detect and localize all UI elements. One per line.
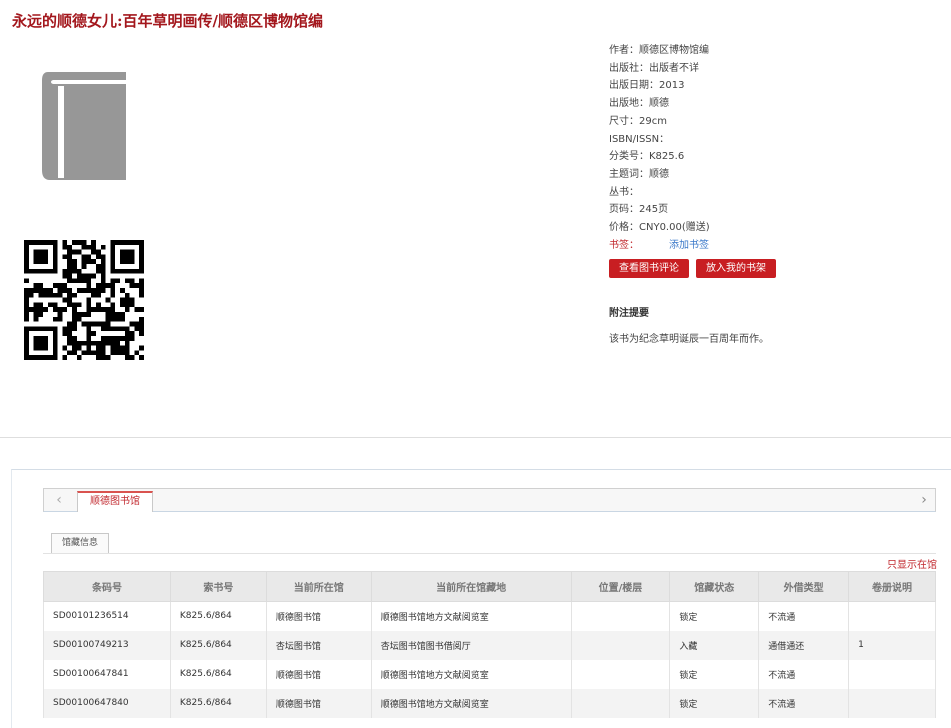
abstract-text: 该书为纪念草明诞辰一百周年而作。 — [609, 334, 769, 345]
cell-floor — [570, 659, 671, 689]
meta-series: 丛书： — [609, 186, 639, 198]
cell-loan-type: 不流通 — [758, 659, 850, 689]
col-library: 当前所在馆 — [265, 571, 372, 602]
cell-status: 入藏 — [669, 630, 760, 660]
qr-code — [24, 240, 144, 360]
show-available-only-link[interactable]: 只显示在馆 — [887, 556, 937, 571]
cell-call-number: K825.6/864 — [169, 630, 267, 660]
cell-status: 锁定 — [669, 688, 760, 718]
meta-author: 作者：顺德区博物馆编 — [609, 45, 709, 56]
cell-status: 锁定 — [669, 659, 760, 689]
cell-library: 顺德图书馆 — [265, 688, 372, 718]
meta-pages: 页码：245页 — [609, 204, 669, 216]
cell-library: 杏坛图书馆 — [265, 630, 372, 660]
cell-location: 顺德图书馆地方文献阅览室 — [370, 688, 572, 718]
cell-floor — [570, 601, 671, 631]
meta-class-number: 分类号：K825.6 — [609, 151, 685, 163]
cell-loan-type: 不流通 — [758, 688, 850, 718]
col-floor: 位置/楼层 — [570, 571, 671, 602]
cell-status: 锁定 — [669, 601, 760, 631]
meta-pub-place: 出版地：顺德 — [609, 98, 669, 110]
cell-loan-type: 不流通 — [758, 601, 850, 631]
subtab-divider — [43, 553, 936, 554]
cell-floor — [570, 688, 671, 718]
table-row: SD00100749213 K825.6/864 杏坛图书馆 杏坛图书馆图书借阅… — [43, 630, 936, 660]
cell-volume-note: 1 — [848, 630, 936, 660]
cell-library: 顺德图书馆 — [265, 601, 372, 631]
cell-barcode: SD00100647840 — [43, 688, 171, 718]
cell-barcode: SD00100749213 — [43, 630, 171, 660]
tab-holdings-info[interactable]: 馆藏信息 — [51, 533, 110, 553]
tab-library[interactable]: 顺德图书馆 — [77, 491, 153, 512]
table-row: SD00100647841 K825.6/864 顺德图书馆 顺德图书馆地方文献… — [43, 659, 936, 689]
cell-barcode: SD00101236514 — [43, 601, 171, 631]
book-title: 永远的顺德女儿:百年草明画传/顺德区博物馆编 — [12, 12, 324, 30]
cell-location: 顺德图书馆地方文献阅览室 — [370, 659, 572, 689]
cell-loan-type: 通借通还 — [758, 630, 850, 660]
chevron-right-icon[interactable]: › — [913, 489, 935, 511]
meta-subject: 主题词：顺德 — [609, 168, 669, 180]
book-icon — [42, 72, 126, 180]
cell-volume-note — [848, 601, 936, 631]
chevron-left-icon[interactable]: ‹ — [44, 489, 74, 511]
cell-barcode: SD00100647841 — [43, 659, 171, 689]
cell-call-number: K825.6/864 — [169, 601, 267, 631]
meta-publisher: 出版社：出版者不详 — [609, 62, 699, 74]
table-row: SD00100647840 K825.6/864 顺德图书馆 顺德图书馆地方文献… — [43, 688, 936, 718]
cell-volume-note — [848, 659, 936, 689]
add-to-shelf-button[interactable]: 放入我的书架 — [696, 259, 776, 278]
book-metadata: 作者：顺德区博物馆编 出版社：出版者不详 出版日期：2013 出版地：顺德 尺寸… — [609, 42, 710, 254]
col-barcode: 条码号 — [43, 571, 171, 602]
tags-label: 书签： — [609, 239, 639, 251]
cell-call-number: K825.6/864 — [169, 659, 267, 689]
view-review-button[interactable]: 查看图书评论 — [609, 259, 689, 278]
add-tag-link[interactable]: 添加书签 — [669, 240, 709, 251]
cell-library: 顺德图书馆 — [265, 659, 372, 689]
col-loan-type: 外借类型 — [758, 571, 850, 602]
col-call-number: 索书号 — [169, 571, 267, 602]
abstract-title: 附注提要 — [609, 308, 649, 319]
section-divider — [0, 437, 951, 438]
library-tab-bar: ‹ 顺德图书馆 › — [43, 488, 936, 512]
cell-call-number: K825.6/864 — [169, 688, 267, 718]
meta-price: 价格：CNY0.00(赠送) — [609, 222, 710, 234]
col-location: 当前所在馆藏地 — [370, 571, 572, 602]
meta-isbn: ISBN/ISSN： — [609, 133, 670, 145]
col-status: 馆藏状态 — [669, 571, 760, 602]
meta-size: 尺寸：29cm — [609, 115, 667, 127]
table-row: SD00101236514 K825.6/864 顺德图书馆 顺德图书馆地方文献… — [43, 601, 936, 631]
cell-floor — [570, 630, 671, 660]
col-volume-note: 卷册说明 — [848, 571, 936, 602]
cell-location: 杏坛图书馆图书借阅厅 — [370, 630, 572, 660]
cell-location: 顺德图书馆地方文献阅览室 — [370, 601, 572, 631]
holdings-table: 条码号 索书号 当前所在馆 当前所在馆藏地 位置/楼层 馆藏状态 外借类型 卷册… — [43, 571, 936, 718]
table-header-row: 条码号 索书号 当前所在馆 当前所在馆藏地 位置/楼层 馆藏状态 外借类型 卷册… — [43, 571, 936, 602]
cell-volume-note — [848, 688, 936, 718]
meta-tags: 书签： 添加书签 — [609, 237, 710, 255]
action-buttons: 查看图书评论 放入我的书架 — [609, 259, 776, 278]
meta-pub-date: 出版日期：2013 — [609, 80, 685, 92]
